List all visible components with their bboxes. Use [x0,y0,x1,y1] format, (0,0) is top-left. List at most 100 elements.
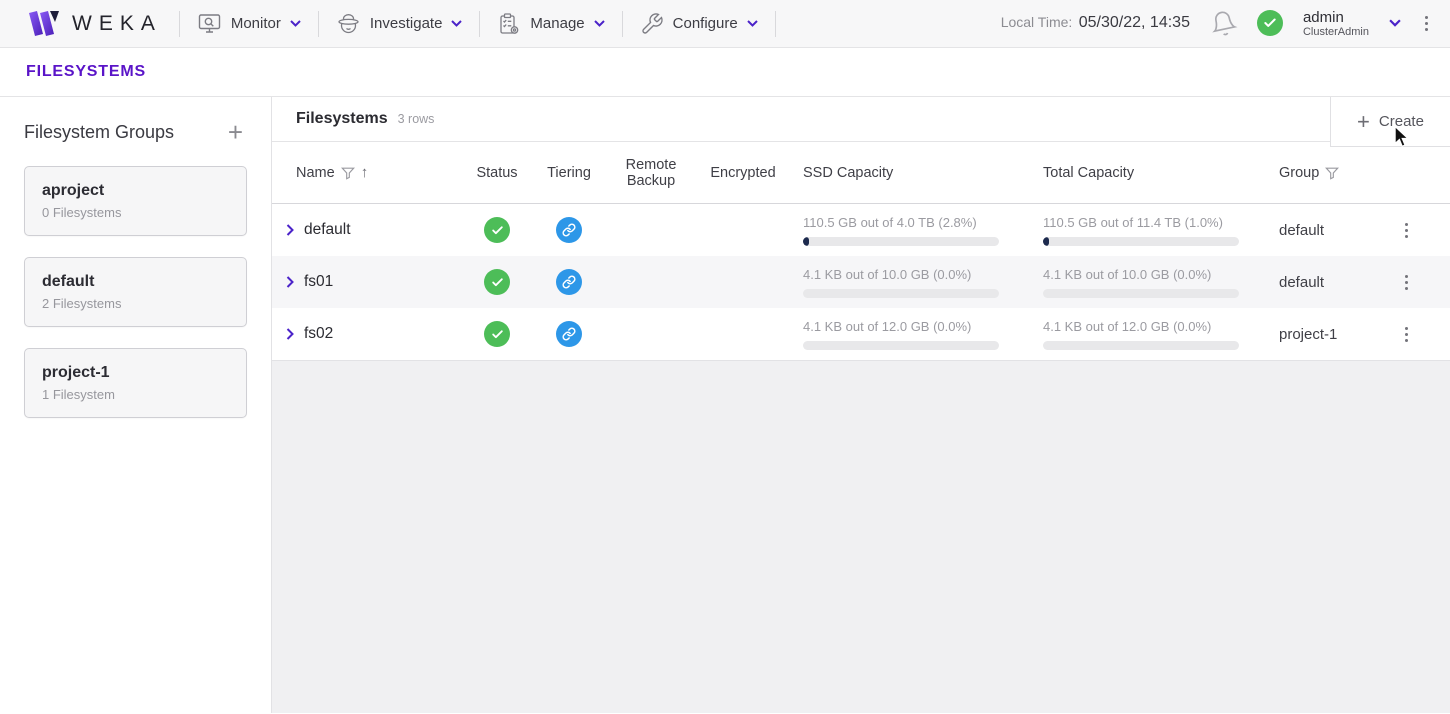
table-titlebar: Filesystems 3 rows [272,97,1450,142]
local-time-label: Local Time: [1001,14,1073,30]
nav-item-label: Manage [530,15,584,32]
divider [318,11,319,37]
group-count: 0 Filesystems [42,205,229,220]
status-ok-icon [484,269,510,295]
column-header-group[interactable]: Group [1269,165,1382,181]
column-header-total-capacity[interactable]: Total Capacity [1029,165,1269,181]
table-row[interactable]: fs01 4.1 KB out of 10.0 GB (0.0%) 4.1 KB… [272,256,1450,308]
column-header-encrypted[interactable]: Encrypted [697,165,789,181]
plus-icon: + [1357,111,1370,133]
user-role: ClusterAdmin [1303,26,1369,39]
filter-funnel-icon[interactable] [341,166,355,180]
sidebar-title: Filesystem Groups [24,122,174,143]
chevron-down-icon [594,20,605,27]
column-header-name[interactable]: Name ↑ [284,164,461,181]
ssd-capacity-bar [803,289,999,298]
group-count: 1 Filesystem [42,387,229,402]
check-icon [1263,16,1277,30]
detective-icon [336,12,361,36]
topbar-right-section: Local Time: 05/30/22, 14:35 admin Cluste… [1001,9,1432,39]
group-cell: project-1 [1269,326,1382,343]
nav-item-configure[interactable]: Configure [640,12,758,36]
add-filesystem-group-button[interactable]: + [224,119,247,145]
chevron-down-icon[interactable] [1389,19,1401,27]
group-cell: default [1269,222,1382,239]
group-name: project-1 [42,364,229,382]
table-header-row: Name ↑ Status Tiering Remote Backup Encr… [272,142,1450,204]
status-ok-icon [484,321,510,347]
filesystem-groups-sidebar: Filesystem Groups + aproject 0 Filesyste… [0,97,272,713]
chevron-down-icon [747,20,758,27]
table-row[interactable]: default 110.5 GB out of 4.0 TB (2.8%) 11… [272,204,1450,256]
local-time-value: 05/30/22, 14:35 [1079,14,1190,31]
page-title: FILESYSTEMS [26,63,146,81]
nav-item-label: Investigate [370,15,443,32]
column-label: SSD Capacity [803,165,893,181]
column-header-ssd-capacity[interactable]: SSD Capacity [789,165,1029,181]
ssd-capacity-bar [803,237,999,246]
column-header-remote-backup[interactable]: Remote Backup [605,157,697,189]
column-label: Total Capacity [1043,165,1134,181]
total-capacity-bar [1043,289,1239,298]
ssd-capacity-text: 110.5 GB out of 4.0 TB (2.8%) [803,215,1029,230]
divider [775,11,776,37]
divider [622,11,623,37]
topbar-overflow-menu[interactable] [1421,12,1432,35]
group-cell: default [1269,274,1382,291]
create-button-label: Create [1379,113,1424,130]
top-navigation-bar: WEKA Monitor Investigate [0,0,1450,48]
divider [179,11,180,37]
total-capacity-text: 4.1 KB out of 10.0 GB (0.0%) [1043,267,1269,282]
ssd-capacity-cell: 4.1 KB out of 12.0 GB (0.0%) [789,319,1029,350]
total-capacity-cell: 110.5 GB out of 11.4 TB (1.0%) [1029,215,1269,246]
divider [479,11,480,37]
nav-item-label: Monitor [231,15,281,32]
filter-funnel-icon[interactable] [1325,166,1339,180]
local-time: Local Time: 05/30/22, 14:35 [1001,14,1190,32]
row-expander-icon[interactable] [286,224,294,236]
total-capacity-cell: 4.1 KB out of 10.0 GB (0.0%) [1029,267,1269,298]
tiering-link-icon [556,217,582,243]
column-label: Group [1279,165,1319,181]
row-actions-menu[interactable] [1401,323,1412,346]
table-row-count: 3 rows [398,112,435,126]
row-actions-menu[interactable] [1401,219,1412,242]
nav-item-monitor[interactable]: Monitor [197,12,301,35]
group-card-project-1[interactable]: project-1 1 Filesystem [24,348,247,418]
row-expander-icon[interactable] [286,328,294,340]
notifications-bell-icon[interactable] [1207,7,1239,39]
column-label: Encrypted [710,165,775,181]
chevron-down-icon [290,20,301,27]
group-count: 2 Filesystems [42,296,229,311]
cluster-health-badge[interactable] [1257,10,1283,36]
column-header-status[interactable]: Status [461,165,533,181]
total-capacity-cell: 4.1 KB out of 12.0 GB (0.0%) [1029,319,1269,350]
nav-item-investigate[interactable]: Investigate [336,12,463,36]
nav-item-manage[interactable]: Manage [497,12,604,36]
nav-item-label: Configure [673,15,738,32]
column-label: Status [476,165,517,181]
ssd-capacity-text: 4.1 KB out of 10.0 GB (0.0%) [803,267,1029,282]
group-card-aproject[interactable]: aproject 0 Filesystems [24,166,247,236]
ssd-capacity-text: 4.1 KB out of 12.0 GB (0.0%) [803,319,1029,334]
weka-logo-icon [28,10,60,37]
status-ok-icon [484,217,510,243]
create-filesystem-button[interactable]: + Create [1330,97,1450,147]
column-label: Tiering [547,165,591,181]
user-menu[interactable]: admin ClusterAdmin [1303,9,1369,39]
total-capacity-bar [1043,341,1239,350]
table-row[interactable]: fs02 4.1 KB out of 12.0 GB (0.0%) 4.1 KB… [272,308,1450,360]
sort-ascending-icon[interactable]: ↑ [361,164,369,181]
column-label: Remote Backup [605,157,697,189]
weka-logo[interactable]: WEKA [28,10,162,37]
tiering-link-icon [556,321,582,347]
filesystem-name: default [304,221,351,239]
ssd-capacity-bar [803,341,999,350]
column-header-tiering[interactable]: Tiering [533,165,605,181]
group-card-default[interactable]: default 2 Filesystems [24,257,247,327]
row-actions-menu[interactable] [1401,271,1412,294]
filesystems-table-panel: Filesystems 3 rows + Create Name ↑ Statu… [272,97,1450,361]
wrench-icon [640,12,664,36]
row-expander-icon[interactable] [286,276,294,288]
user-name: admin [1303,9,1369,26]
